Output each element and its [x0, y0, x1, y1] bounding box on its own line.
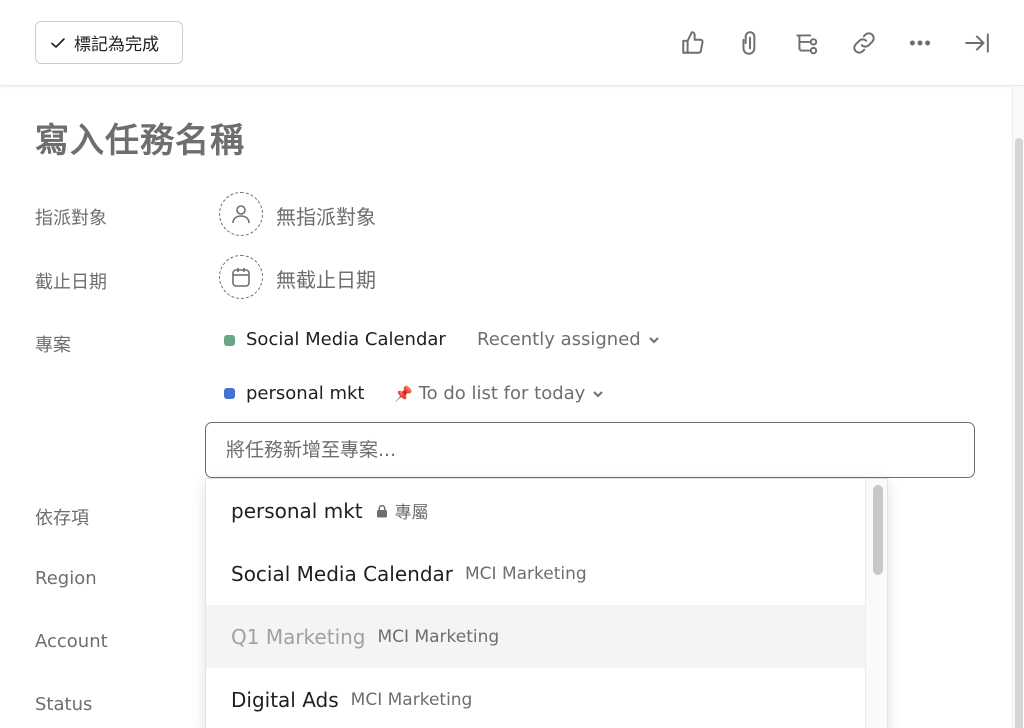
task-title[interactable]: 寫入任務名稱 — [35, 113, 245, 162]
status-label: Status — [35, 694, 93, 715]
section-label: To do list for today — [418, 383, 586, 404]
chevron-down-icon — [593, 390, 604, 397]
project-suggestions-dropdown: personal mkt 專屬 Social Media Calendar MC… — [205, 478, 888, 728]
region-label: Region — [35, 568, 97, 589]
dropdown-item-name: personal mkt — [231, 498, 363, 523]
dropdown-item[interactable]: Social Media Calendar MCI Marketing — [206, 542, 865, 605]
due-date-value[interactable]: 無截止日期 — [276, 264, 376, 293]
dropdown-item-name: Digital Ads — [231, 687, 339, 712]
mark-complete-button[interactable]: 標記為完成 — [35, 21, 183, 64]
assignee-value[interactable]: 無指派對象 — [276, 201, 376, 230]
project-color-dot — [224, 388, 235, 399]
dropdown-item[interactable]: Q1 Marketing MCI Marketing — [206, 605, 865, 668]
dropdown-item-sub: MCI Marketing — [377, 626, 500, 647]
paperclip-icon[interactable] — [735, 28, 765, 58]
lock-icon — [376, 504, 387, 517]
dropdown-scrollbar-thumb[interactable] — [873, 485, 883, 575]
dropdown-item-name: Social Media Calendar — [231, 561, 454, 586]
dropdown-item-sub: MCI Marketing — [465, 563, 587, 584]
section-label: Recently assigned — [477, 329, 641, 350]
calendar-icon[interactable] — [219, 255, 263, 299]
section-dropdown-to-do-list[interactable]: 📌 To do list for today — [394, 383, 605, 404]
details-scrollbar-thumb[interactable] — [1015, 138, 1023, 728]
mark-complete-label: 標記為完成 — [74, 35, 159, 55]
projects-label: 專案 — [35, 335, 71, 356]
dropdown-item[interactable]: Digital Ads MCI Marketing — [206, 668, 865, 728]
dropdown-item-name: Q1 Marketing — [231, 624, 366, 649]
dropdown-item[interactable]: personal mkt 專屬 — [206, 479, 865, 542]
pushpin-icon: 📌 — [394, 384, 413, 403]
assignee-avatar-icon[interactable] — [219, 192, 263, 236]
thumbs-up-icon[interactable] — [678, 28, 708, 58]
task-toolbar: 標記為完成 — [0, 0, 1024, 86]
details-scrollbar[interactable] — [1012, 86, 1024, 728]
close-pane-icon[interactable] — [962, 28, 992, 58]
dropdown-item-sub: MCI Marketing — [350, 689, 473, 710]
chevron-down-icon — [649, 336, 659, 343]
dependencies-label: 依存項 — [35, 508, 89, 529]
more-icon[interactable] — [905, 28, 935, 58]
project-name-social-media-calendar[interactable]: Social Media Calendar — [246, 329, 446, 350]
add-to-project-input[interactable] — [205, 422, 975, 478]
project-color-dot — [224, 335, 235, 346]
link-icon[interactable] — [849, 28, 879, 58]
account-label: Account — [35, 631, 108, 652]
project-name-personal-mkt[interactable]: personal mkt — [246, 383, 364, 404]
due-date-label: 截止日期 — [35, 272, 107, 293]
section-dropdown-recently-assigned[interactable]: Recently assigned — [477, 329, 661, 350]
dropdown-item-sub: 專屬 — [394, 503, 429, 523]
assignee-label: 指派對象 — [35, 208, 107, 229]
dropdown-scrollbar[interactable] — [865, 479, 887, 728]
subtask-icon[interactable] — [792, 28, 822, 58]
check-icon — [51, 37, 65, 48]
